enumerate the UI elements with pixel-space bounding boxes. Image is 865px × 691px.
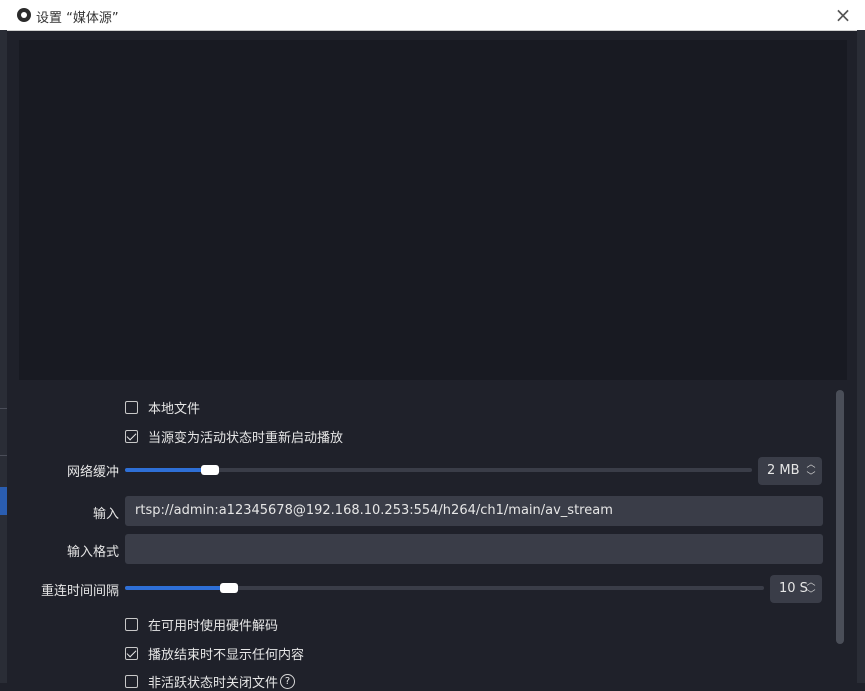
close-icon[interactable]: ×: [832, 4, 854, 26]
divider: [0, 408, 7, 409]
input-format-label: 输入格式: [66, 545, 119, 560]
divider: [0, 455, 7, 456]
slider-thumb[interactable]: [220, 583, 238, 593]
local-file-label: 本地文件: [148, 401, 201, 417]
window-right-edge: [857, 30, 865, 683]
local-file-checkbox-row[interactable]: 本地文件: [125, 398, 201, 417]
obs-logo-icon: [17, 8, 31, 22]
background-selected-item: [0, 487, 7, 515]
slider-track: [125, 468, 752, 472]
hw-decode-checkbox-row[interactable]: 在可用时使用硬件解码: [125, 615, 279, 634]
network-buffer-value: 2 MB: [767, 463, 800, 478]
hw-decode-label: 在可用时使用硬件解码: [148, 618, 279, 634]
local-file-checkbox[interactable]: [125, 400, 138, 414]
hide-when-ended-checkbox-row[interactable]: 播放结束时不显示任何内容: [125, 644, 305, 663]
hide-when-ended-checkbox[interactable]: [125, 646, 138, 660]
reconnect-interval-spinbox[interactable]: 10 S ︿ ﹀: [770, 575, 822, 603]
hide-when-ended-label: 播放结束时不显示任何内容: [148, 647, 305, 663]
network-buffer-spinbox[interactable]: 2 MB ︿ ﹀: [758, 457, 822, 485]
chevron-up-icon[interactable]: ︿: [806, 577, 816, 589]
chevron-up-icon[interactable]: ︿: [806, 459, 816, 471]
input-field[interactable]: rtsp://admin:a12345678@192.168.10.253:55…: [125, 496, 823, 526]
restart-playback-checkbox-row[interactable]: 当源变为活动状态时重新启动播放: [125, 427, 344, 446]
reconnect-interval-value: 10 S: [779, 581, 808, 596]
hw-decode-checkbox[interactable]: [125, 617, 138, 631]
input-format-field[interactable]: [125, 534, 823, 564]
input-label: 输入: [92, 507, 119, 522]
chevron-down-icon[interactable]: ﹀: [806, 471, 816, 483]
reconnect-interval-label: 重连时间间隔: [40, 584, 119, 599]
close-inactive-checkbox[interactable]: [125, 674, 138, 688]
reconnect-interval-slider[interactable]: [125, 580, 764, 596]
network-buffer-label: 网络缓冲: [66, 465, 119, 480]
help-icon[interactable]: ?: [280, 673, 296, 689]
title-bar: 设置 “媒体源” ×: [0, 0, 865, 31]
properties-scrollbar[interactable]: [834, 388, 846, 683]
slider-thumb[interactable]: [201, 465, 219, 475]
slider-fill: [125, 468, 210, 472]
background-window-edge: [0, 30, 7, 683]
slider-fill: [125, 586, 229, 590]
restart-playback-label: 当源变为活动状态时重新启动播放: [148, 430, 344, 446]
scrollbar-thumb[interactable]: [836, 390, 844, 644]
network-buffer-slider[interactable]: [125, 462, 752, 478]
restart-playback-checkbox[interactable]: [125, 429, 138, 443]
close-inactive-checkbox-row[interactable]: 非活跃状态时关闭文件 ?: [125, 672, 296, 691]
media-preview: [19, 40, 847, 380]
close-inactive-label: 非活跃状态时关闭文件: [148, 675, 279, 691]
chevron-down-icon[interactable]: ﹀: [806, 589, 816, 601]
window-title: 设置 “媒体源”: [36, 11, 119, 26]
